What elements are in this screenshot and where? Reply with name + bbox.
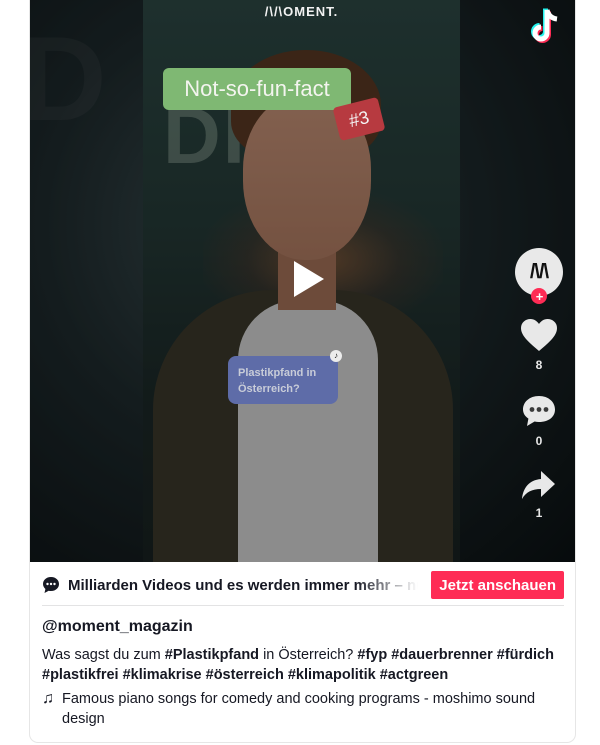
fact-label: Not-so-fun-fact (163, 68, 351, 110)
music-link[interactable]: ♫ Famous piano songs for comedy and cook… (42, 689, 564, 729)
caption-middle: in Österreich? (259, 647, 358, 663)
promo-ticker: Milliarden Videos und es werden immer me… (42, 568, 564, 602)
like-button[interactable]: 8 (515, 318, 563, 372)
video-brand-watermark: /\/\OMENT. (264, 4, 339, 19)
music-note-icon: ♫ (42, 690, 54, 707)
tiktok-logo-icon[interactable] (529, 6, 563, 46)
tiktok-mini-icon: ♪ (330, 350, 342, 362)
music-title: Famous piano songs for comedy and cookin… (62, 691, 536, 727)
action-rail: /\/\ + 8 0 1 (515, 248, 563, 520)
tiktok-embed-card: D DR /\/\OMENT. Not-so-fun-fact #3 Plast… (30, 0, 575, 742)
hashtag-plastikpfand[interactable]: #Plastikpfand (165, 647, 259, 663)
follow-plus-icon[interactable]: + (531, 288, 547, 304)
comment-count: 0 (535, 434, 543, 448)
comment-icon (523, 396, 555, 426)
comment-button[interactable]: 0 (515, 394, 563, 448)
speech-bubble-icon (43, 577, 59, 593)
divider (42, 605, 564, 606)
share-count: 1 (535, 506, 543, 520)
play-button[interactable] (282, 255, 330, 303)
avatar-logo-text: /\/\ (529, 260, 549, 283)
caption-intro: Was sagst du zum (42, 647, 165, 663)
question-sticker: Plastikpfand in Österreich? ♪ (228, 350, 342, 404)
video-player[interactable]: D DR /\/\OMENT. Not-so-fun-fact #3 Plast… (30, 0, 575, 562)
question-sticker-text: Plastikpfand in Österreich? (238, 367, 317, 395)
heart-icon (521, 319, 557, 351)
play-icon (294, 261, 324, 297)
author-username[interactable]: @moment_magazin (42, 618, 193, 636)
like-count: 8 (535, 358, 543, 372)
creator-avatar[interactable]: /\/\ + (515, 248, 563, 304)
share-button[interactable]: 1 (515, 470, 563, 520)
share-arrow-icon (522, 471, 555, 499)
promo-message: Milliarden Videos und es werden immer me… (68, 576, 418, 594)
watch-now-button[interactable]: Jetzt anschauen (431, 571, 564, 599)
post-caption: Was sagst du zum #Plastikpfand in Österr… (42, 645, 564, 685)
